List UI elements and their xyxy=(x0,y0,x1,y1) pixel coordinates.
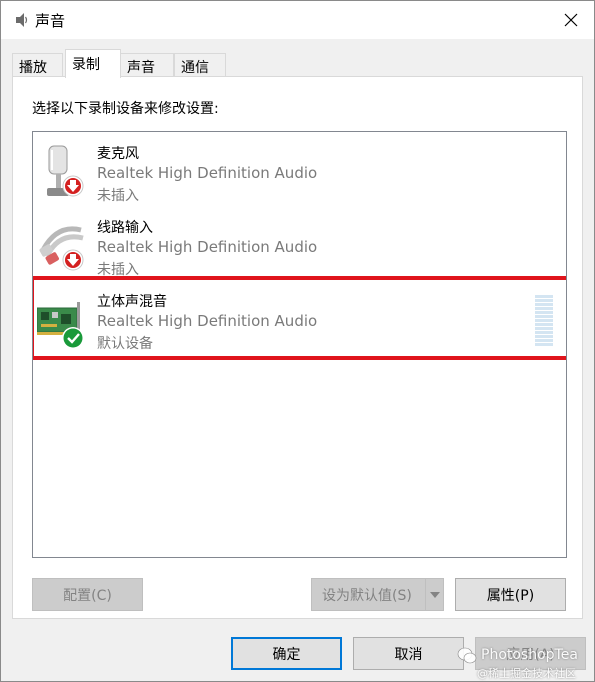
sound-dialog: 声音 播放 录制 声音 通信 选择以下录制设备来修改设置: 麦克风 Realte… xyxy=(0,0,595,682)
cancel-button[interactable]: 取消 xyxy=(353,637,464,670)
tab-label: 录制 xyxy=(72,57,100,73)
sound-card-icon xyxy=(37,302,84,349)
button-label: 设为默认值(S) xyxy=(322,587,412,604)
configure-button[interactable]: 配置(C) xyxy=(32,578,143,611)
window-title: 声音 xyxy=(35,12,66,30)
close-icon xyxy=(564,13,578,27)
properties-button[interactable]: 属性(P) xyxy=(455,578,566,611)
button-label: 应用(A) xyxy=(506,646,555,663)
speaker-icon xyxy=(16,13,28,27)
tab-recording[interactable]: 录制 xyxy=(65,49,121,78)
tab-label: 声音 xyxy=(127,60,155,76)
button-label: 属性(P) xyxy=(486,587,535,604)
button-label: 取消 xyxy=(394,646,423,663)
close-button[interactable] xyxy=(548,1,594,39)
ok-button[interactable]: 确定 xyxy=(231,637,342,670)
tab-communications[interactable]: 通信 xyxy=(174,53,226,77)
recording-panel: 选择以下录制设备来修改设置: 麦克风 Realtek High Definiti xyxy=(12,76,583,619)
tab-label: 播放 xyxy=(19,60,47,76)
microphone-icon xyxy=(47,145,84,197)
device-name: 立体声混音 xyxy=(97,294,167,310)
device-driver: Realtek High Definition Audio xyxy=(97,164,318,182)
device-list[interactable]: 麦克风 Realtek High Definition Audio 未插入 线路… xyxy=(32,131,567,558)
line-in-cable-icon xyxy=(39,226,84,271)
button-label: 配置(C) xyxy=(63,587,112,604)
device-driver: Realtek High Definition Audio xyxy=(97,312,318,330)
button-label: 确定 xyxy=(272,646,301,663)
device-name: 线路输入 xyxy=(97,220,153,236)
level-meter xyxy=(535,295,553,346)
unplugged-red-arrow-icon xyxy=(62,175,84,197)
unplugged-red-arrow-icon xyxy=(62,249,84,271)
device-driver: Realtek High Definition Audio xyxy=(97,238,318,256)
set-default-dropdown[interactable] xyxy=(425,579,443,610)
device-item-line-in[interactable]: 线路输入 Realtek High Definition Audio 未插入 xyxy=(33,208,566,282)
default-green-check-icon xyxy=(62,327,84,349)
device-item-microphone[interactable]: 麦克风 Realtek High Definition Audio 未插入 xyxy=(33,134,566,208)
tab-label: 通信 xyxy=(181,60,209,76)
device-status: 未插入 xyxy=(97,262,139,278)
title-bar: 声音 xyxy=(1,1,594,39)
tab-sounds[interactable]: 声音 xyxy=(120,53,174,77)
device-status: 默认设备 xyxy=(97,336,153,352)
device-item-stereo-mix[interactable]: 立体声混音 Realtek High Definition Audio 默认设备 xyxy=(33,282,566,356)
instruction-text: 选择以下录制设备来修改设置: xyxy=(32,101,219,117)
tab-playback[interactable]: 播放 xyxy=(12,53,63,77)
device-status: 未插入 xyxy=(97,188,139,204)
chevron-down-icon xyxy=(429,591,440,598)
apply-button[interactable]: 应用(A) xyxy=(475,637,586,670)
device-name: 麦克风 xyxy=(97,146,139,162)
set-default-button[interactable]: 设为默认值(S) xyxy=(311,578,444,611)
